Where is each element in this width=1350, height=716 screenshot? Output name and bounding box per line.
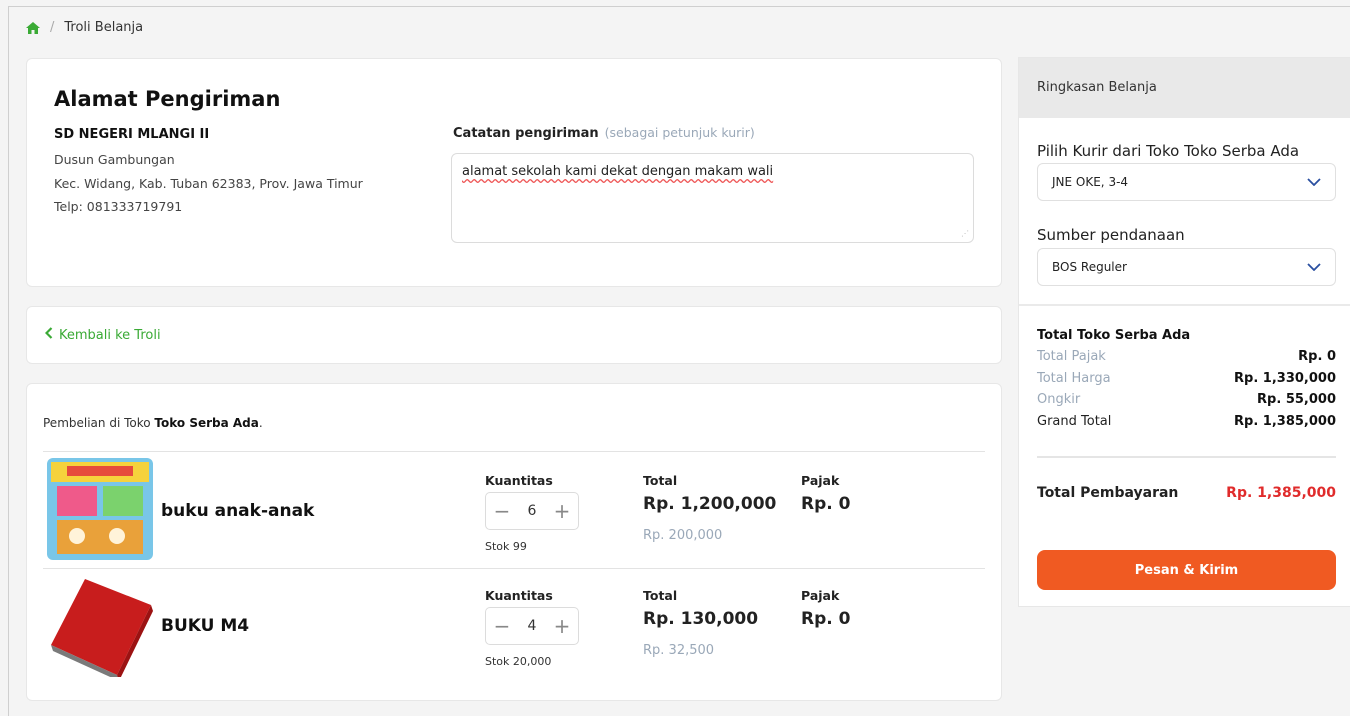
item-total: Rp. 1,200,000	[643, 494, 777, 514]
shipping-address-card: Alamat Pengiriman SD NEGERI MLANGI II Du…	[26, 58, 1002, 287]
chevron-down-icon	[1307, 260, 1321, 274]
summary-divider	[1019, 304, 1350, 306]
quantity-value[interactable]: 6	[522, 503, 542, 519]
funding-label: Sumber pendanaan	[1037, 226, 1185, 244]
back-card: Kembali ke Troli	[26, 306, 1002, 364]
store-total-title: Total Toko Serba Ada	[1037, 328, 1191, 343]
quantity-stepper[interactable]: − 6 +	[485, 492, 579, 530]
tax-label: Pajak	[801, 473, 840, 488]
store-prefix: Pembelian di Toko	[43, 416, 155, 430]
unit-price: Rp. 200,000	[643, 528, 723, 543]
courier-value: JNE OKE, 3-4	[1052, 175, 1129, 189]
delivery-note-value: alamat sekolah kami dekat dengan makam w…	[462, 164, 774, 179]
resize-grip-icon[interactable]: ⋰	[961, 230, 969, 238]
grand-total-label: Grand Total	[1037, 414, 1112, 429]
total-label: Total	[643, 473, 678, 488]
order-and-send-button[interactable]: Pesan & Kirim	[1037, 550, 1336, 590]
tax-label: Pajak	[801, 588, 840, 603]
recipient-name: SD NEGERI MLANGI II	[54, 127, 210, 142]
order-summary-panel: Ringkasan Belanja Pilih Kurir dari Toko …	[1018, 57, 1350, 607]
delivery-note-label: Catatan pengiriman (sebagai petunjuk kuri…	[453, 125, 755, 141]
product-image-children-book	[47, 458, 153, 560]
delivery-note-hint: (sebagai petunjuk kurir)	[604, 125, 755, 140]
cart-item: BUKU M4 Kuantitas − 4 + Stok 20,000 Tota…	[43, 569, 985, 685]
back-to-cart-label: Kembali ke Troli	[59, 327, 161, 343]
item-total: Rp. 130,000	[643, 609, 759, 629]
window-border-top	[8, 6, 1350, 7]
total-price-row: Total Harga Rp. 1,330,000	[1037, 371, 1336, 386]
back-to-cart-link[interactable]: Kembali ke Troli	[44, 327, 161, 343]
total-price-value: Rp. 1,330,000	[1234, 371, 1336, 386]
plus-icon[interactable]: +	[550, 616, 574, 636]
address-line-2: Kec. Widang, Kab. Tuban 62383, Prov. Jaw…	[54, 176, 363, 191]
payment-total-label: Total Pembayaran	[1037, 485, 1179, 501]
stock-text: Stok 99	[485, 540, 527, 553]
address-line-1: Dusun Gambungan	[54, 152, 175, 167]
product-name: BUKU M4	[161, 616, 250, 636]
courier-label: Pilih Kurir dari Toko Toko Serba Ada	[1037, 142, 1300, 160]
summary-header: Ringkasan Belanja	[1019, 58, 1350, 118]
stock-text: Stok 20,000	[485, 655, 552, 668]
total-tax-value: Rp. 0	[1298, 349, 1336, 364]
shipping-row: Ongkir Rp. 55,000	[1037, 392, 1336, 407]
grand-total-value: Rp. 1,385,000	[1234, 414, 1336, 429]
quantity-label: Kuantitas	[485, 473, 553, 488]
minus-icon[interactable]: −	[490, 616, 514, 636]
quantity-label: Kuantitas	[485, 588, 553, 603]
product-name: buku anak-anak	[161, 501, 315, 521]
address-phone: Telp: 081333719791	[54, 199, 183, 214]
total-tax-label: Total Pajak	[1037, 349, 1106, 364]
funding-select[interactable]: BOS Reguler	[1037, 248, 1336, 286]
courier-select[interactable]: JNE OKE, 3-4	[1037, 163, 1336, 201]
window-border-left	[8, 6, 9, 716]
funding-value: BOS Reguler	[1052, 260, 1127, 274]
item-tax: Rp. 0	[801, 494, 851, 514]
breadcrumb: / Troli Belanja	[26, 20, 143, 35]
total-tax-row: Total Pajak Rp. 0	[1037, 349, 1336, 364]
delivery-note-title: Catatan pengiriman	[453, 126, 599, 141]
unit-price: Rp. 32,500	[643, 643, 715, 658]
address-title: Alamat Pengiriman	[54, 87, 281, 111]
total-price-label: Total Harga	[1037, 371, 1111, 386]
purchase-items-card: Pembelian di Toko Toko Serba Ada. buku a…	[26, 383, 1002, 701]
item-tax: Rp. 0	[801, 609, 851, 629]
quantity-value[interactable]: 4	[522, 618, 542, 634]
minus-icon[interactable]: −	[490, 501, 514, 521]
chevron-left-icon	[44, 327, 53, 343]
store-line: Pembelian di Toko Toko Serba Ada.	[43, 416, 263, 430]
total-label: Total	[643, 588, 678, 603]
payment-total-value: Rp. 1,385,000	[1226, 485, 1336, 501]
breadcrumb-current: Troli Belanja	[64, 20, 144, 35]
delivery-note-textarea[interactable]: alamat sekolah kami dekat dengan makam w…	[451, 153, 974, 243]
home-icon[interactable]	[26, 21, 40, 34]
shipping-label: Ongkir	[1037, 392, 1081, 407]
grand-total-row: Grand Total Rp. 1,385,000	[1037, 414, 1336, 429]
payment-total-row: Total Pembayaran Rp. 1,385,000	[1037, 485, 1336, 501]
summary-inner-divider	[1037, 456, 1336, 458]
cart-item: buku anak-anak Kuantitas − 6 + Stok 99 T…	[43, 452, 985, 568]
quantity-stepper[interactable]: − 4 +	[485, 607, 579, 645]
breadcrumb-separator: /	[50, 20, 55, 35]
plus-icon[interactable]: +	[550, 501, 574, 521]
product-image-red-book	[47, 575, 153, 681]
store-suffix: .	[258, 416, 263, 430]
shipping-value: Rp. 55,000	[1257, 392, 1336, 407]
chevron-down-icon	[1307, 175, 1321, 189]
store-name: Toko Serba Ada	[154, 416, 259, 430]
